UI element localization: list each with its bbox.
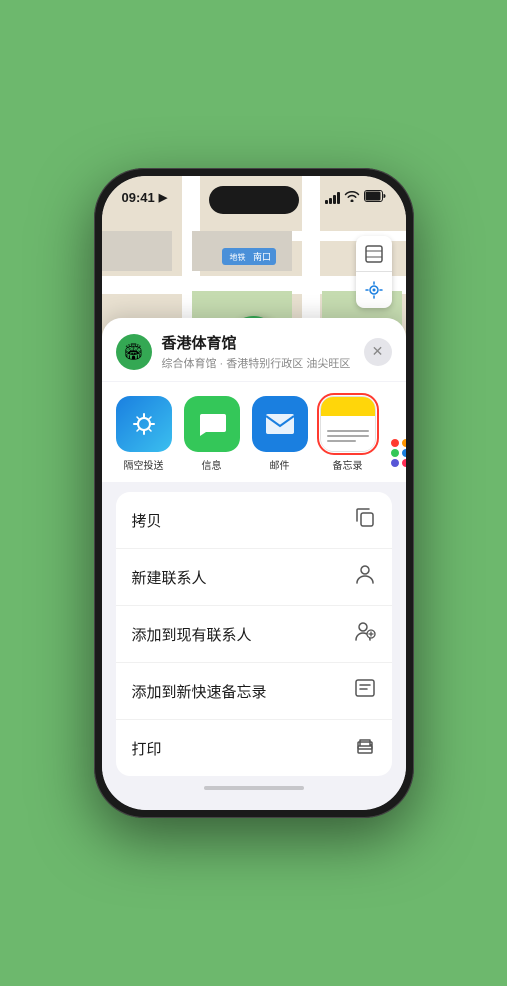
message-label: 信息 xyxy=(202,457,222,472)
close-button[interactable]: ✕ xyxy=(364,338,392,366)
notes-label: 备忘录 xyxy=(333,457,363,472)
airdrop-label: 隔空投送 xyxy=(124,457,164,472)
mail-app-icon[interactable] xyxy=(252,396,308,452)
signal-bars xyxy=(325,192,340,204)
share-item-airdrop[interactable]: 隔空投送 xyxy=(114,396,174,472)
share-item-message[interactable]: 信息 xyxy=(182,396,242,472)
map-layer-button[interactable] xyxy=(356,236,392,272)
action-print[interactable]: 打印 xyxy=(116,720,392,776)
action-add-contact-label: 添加到现有联系人 xyxy=(132,624,252,645)
action-quick-note[interactable]: 添加到新快速备忘录 xyxy=(116,663,392,720)
action-quick-note-label: 添加到新快速备忘录 xyxy=(132,681,267,702)
copy-icon xyxy=(354,506,376,534)
notes-app-icon[interactable] xyxy=(320,396,376,452)
phone-frame: 09:41 ▶ xyxy=(94,168,414,818)
person-add-icon xyxy=(354,620,376,648)
status-right xyxy=(325,190,386,205)
phone-screen: 09:41 ▶ xyxy=(102,176,406,810)
map-controls[interactable] xyxy=(356,236,392,308)
mail-label: 邮件 xyxy=(270,457,290,472)
sheet-header: 🏟 香港体育馆 综合体育馆 · 香港特别行政区 油尖旺区 ✕ xyxy=(102,318,406,381)
home-indicator xyxy=(204,786,304,790)
printer-icon xyxy=(354,734,376,762)
map-location-button[interactable] xyxy=(356,272,392,308)
dynamic-island xyxy=(209,186,299,214)
venue-icon: 🏟 xyxy=(116,334,152,370)
action-list: 拷贝 新建联系人 xyxy=(116,492,392,776)
bottom-sheet: 🏟 香港体育馆 综合体育馆 · 香港特别行政区 油尖旺区 ✕ xyxy=(102,318,406,810)
status-time: 09:41 ▶ xyxy=(122,190,168,205)
share-item-mail[interactable]: 邮件 xyxy=(250,396,310,472)
airdrop-app-icon[interactable] xyxy=(116,396,172,452)
share-apps-row: 隔空投送 信息 xyxy=(102,382,406,482)
action-print-label: 打印 xyxy=(132,738,162,759)
share-item-notes[interactable]: 备忘录 xyxy=(318,396,378,472)
battery-icon xyxy=(364,190,386,205)
wifi-icon xyxy=(344,190,360,205)
action-new-contact[interactable]: 新建联系人 xyxy=(116,549,392,606)
action-copy[interactable]: 拷贝 xyxy=(116,492,392,549)
action-add-contact[interactable]: 添加到现有联系人 xyxy=(116,606,392,663)
person-icon xyxy=(354,563,376,591)
venue-sub: 综合体育馆 · 香港特别行政区 油尖旺区 xyxy=(162,355,354,371)
note-icon xyxy=(354,677,376,705)
more-apps-indicator[interactable] xyxy=(386,396,406,472)
action-new-contact-label: 新建联系人 xyxy=(132,567,207,588)
map-station-label: 地铁 南口 xyxy=(222,248,277,265)
more-dots xyxy=(391,439,406,467)
message-app-icon[interactable] xyxy=(184,396,240,452)
location-status-icon: ▶ xyxy=(159,191,167,204)
venue-info: 香港体育馆 综合体育馆 · 香港特别行政区 油尖旺区 xyxy=(162,332,354,371)
action-copy-label: 拷贝 xyxy=(132,510,162,531)
venue-name: 香港体育馆 xyxy=(162,332,354,353)
